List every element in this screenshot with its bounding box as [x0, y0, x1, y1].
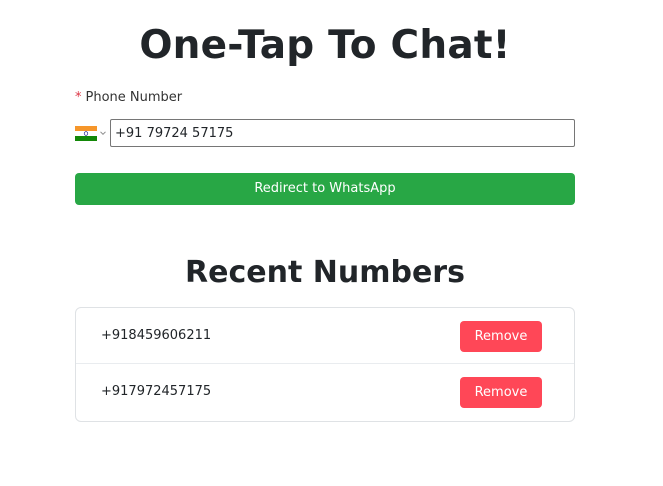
recent-number: +918459606211 — [101, 328, 212, 343]
phone-input-row — [75, 119, 575, 147]
list-item: +918459606211 Remove — [76, 308, 574, 364]
phone-number-input[interactable] — [110, 119, 575, 147]
page: One-Tap To Chat! *Phone Number Redirect … — [0, 0, 663, 486]
recent-numbers-title: Recent Numbers — [185, 255, 465, 290]
country-code-dropdown[interactable] — [75, 125, 107, 141]
recent-number: +917972457175 — [101, 384, 212, 399]
redirect-to-whatsapp-button[interactable]: Redirect to WhatsApp — [75, 173, 575, 205]
india-flag-icon — [75, 125, 97, 141]
phone-number-label-text: Phone Number — [85, 90, 183, 105]
recent-numbers-list: +918459606211 Remove +917972457175 Remov… — [75, 307, 575, 422]
required-marker: * — [75, 90, 82, 105]
remove-button[interactable]: Remove — [460, 321, 542, 352]
list-item: +917972457175 Remove — [76, 364, 574, 421]
remove-button[interactable]: Remove — [460, 377, 542, 408]
phone-number-label: * Phone Number — [75, 90, 182, 106]
chevron-down-icon — [100, 131, 106, 136]
page-title: One-Tap To Chat! — [139, 23, 511, 68]
